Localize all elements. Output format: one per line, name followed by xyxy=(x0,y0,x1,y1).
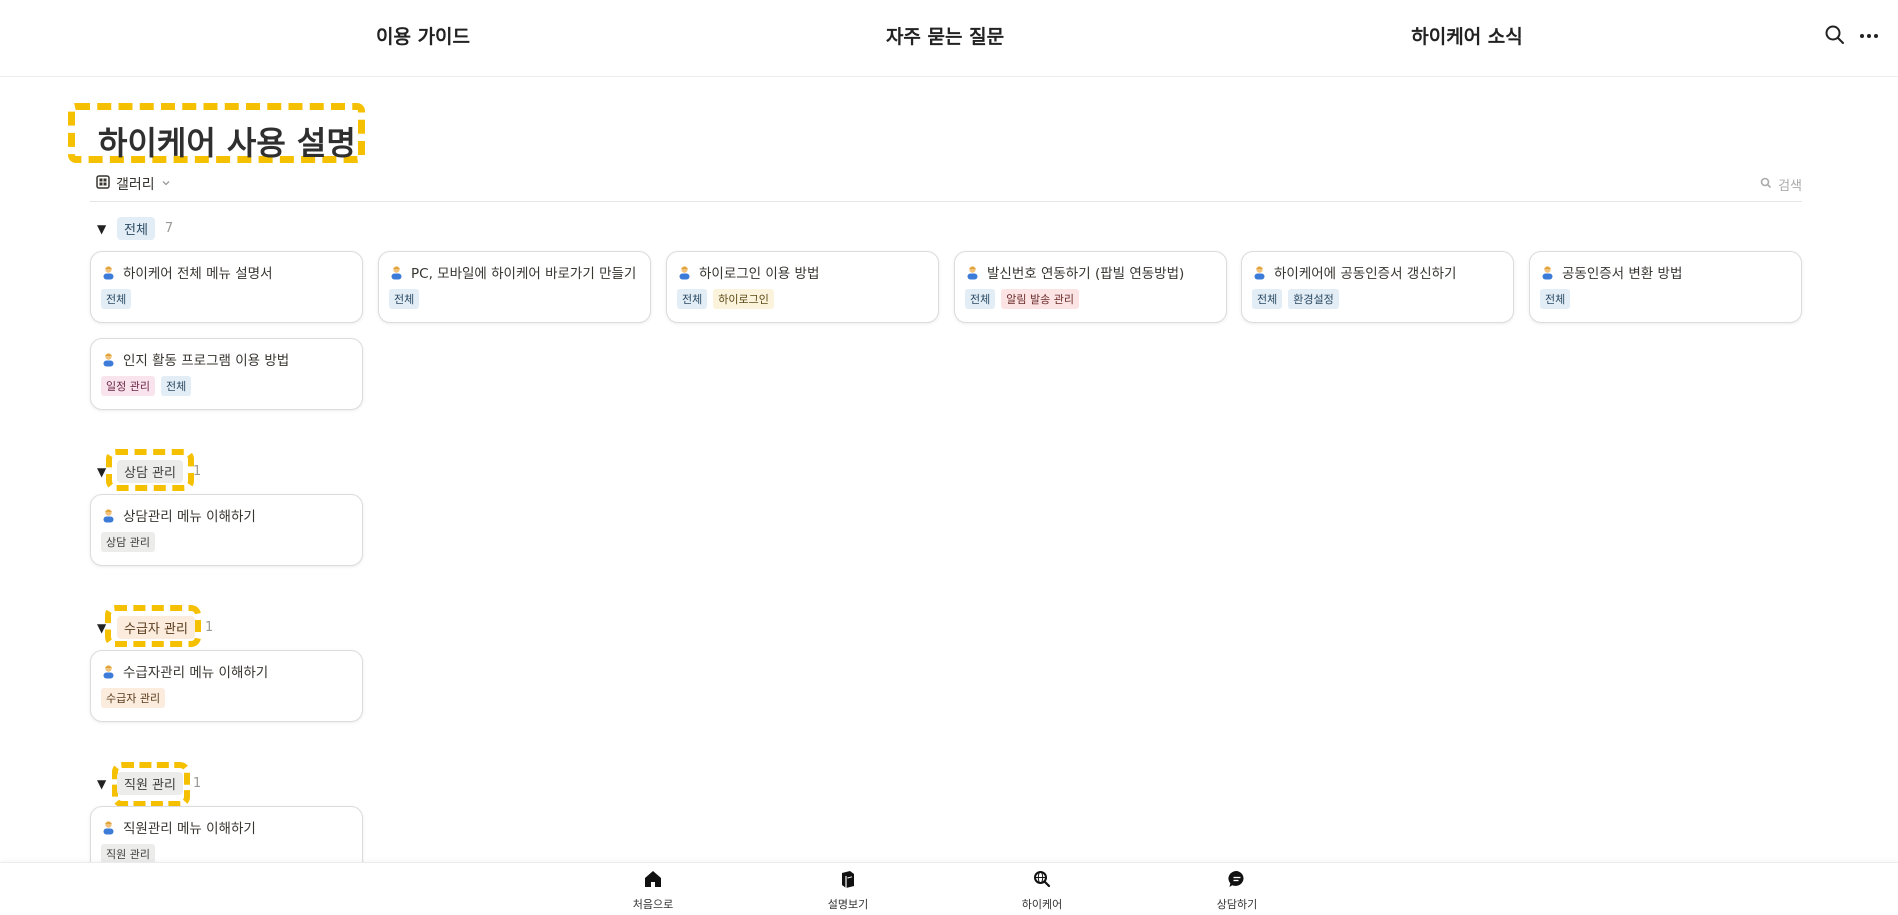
bottom-nav-label: 처음으로 xyxy=(632,898,674,911)
globe-search-icon xyxy=(1032,869,1052,893)
person-icon xyxy=(1252,265,1267,280)
search-small-icon xyxy=(1760,177,1772,193)
bottom-nav-guide[interactable]: 설명보기 xyxy=(808,869,888,912)
card[interactable]: 상담관리 메뉴 이해하기 상담 관리 xyxy=(90,494,363,566)
search-placeholder: 검색 xyxy=(1778,179,1802,194)
nav-link-news[interactable]: 하이케어 소식 xyxy=(1411,22,1523,49)
bottom-nav-label: 설명보기 xyxy=(827,898,869,911)
toggle-triangle-icon[interactable]: ▼ xyxy=(97,465,111,479)
view-search[interactable]: 검색 xyxy=(1760,175,1802,194)
card-title: 수급자관리 메뉴 이해하기 xyxy=(123,665,269,681)
bottom-nav-hicare[interactable]: 하이케어 xyxy=(1002,869,1082,912)
card-title: PC, 모바일에 하이케어 바로가기 만들기 xyxy=(411,266,637,282)
gallery-icon xyxy=(96,175,110,193)
group-header-all: ▼ 전체 7 xyxy=(97,217,173,240)
card[interactable]: 발신번호 연동하기 (팝빌 연동방법) 전체 알림 발송 관리 xyxy=(954,251,1227,323)
group-count: 1 xyxy=(192,776,202,791)
card[interactable]: PC, 모바일에 하이케어 바로가기 만들기 전체 xyxy=(378,251,651,323)
bottom-nav-home[interactable]: 처음으로 xyxy=(613,869,693,912)
person-icon xyxy=(101,664,116,679)
card[interactable]: 하이케어에 공동인증서 갱신하기 전체 환경설정 xyxy=(1241,251,1514,323)
tag: 전체 xyxy=(101,289,132,309)
card-title: 하이케어 전체 메뉴 설명서 xyxy=(123,266,273,282)
card[interactable]: 하이케어 전체 메뉴 설명서 전체 xyxy=(90,251,363,323)
tag: 알림 발송 관리 xyxy=(1001,289,1079,309)
tag: 전체 xyxy=(1540,289,1571,309)
bottom-nav-consult[interactable]: 상담하기 xyxy=(1197,869,1277,912)
person-icon xyxy=(965,265,980,280)
tag: 일정 관리 xyxy=(101,376,155,396)
tag: 전체 xyxy=(677,289,708,309)
card-title: 발신번호 연동하기 (팝빌 연동방법) xyxy=(987,266,1185,282)
person-icon xyxy=(1540,265,1555,280)
tag: 전체 xyxy=(389,289,420,309)
card[interactable]: 수급자관리 메뉴 이해하기 수급자 관리 xyxy=(90,650,363,722)
bottom-nav-label: 상담하기 xyxy=(1216,898,1258,911)
group-header-staff: ▼ 직원 관리 1 xyxy=(97,772,201,795)
group-label: 수급자 관리 xyxy=(117,616,195,639)
tag: 환경설정 xyxy=(1288,289,1339,309)
toggle-triangle-icon[interactable]: ▼ xyxy=(97,621,111,635)
search-icon[interactable] xyxy=(1824,24,1848,48)
view-tab-label: 갤러리 xyxy=(116,177,155,193)
chat-icon xyxy=(1227,869,1247,893)
bottom-nav-label: 하이케어 xyxy=(1021,898,1063,911)
card-title: 직원관리 메뉴 이해하기 xyxy=(123,821,256,837)
page-title: 하이케어 사용 설명 xyxy=(98,124,356,162)
title-highlight: 하이케어 사용 설명 xyxy=(68,103,365,163)
person-icon xyxy=(101,820,116,835)
card[interactable]: 인지 활동 프로그램 이용 방법 일정 관리 전체 xyxy=(90,338,363,410)
group-count: 7 xyxy=(164,221,174,236)
tag: 하이로그인 xyxy=(713,289,774,309)
tag: 전체 xyxy=(1252,289,1283,309)
tag: 직원 관리 xyxy=(101,844,155,864)
person-icon xyxy=(677,265,692,280)
tag: 전체 xyxy=(965,289,996,309)
nav-link-usage-guide[interactable]: 이용 가이드 xyxy=(376,22,470,49)
card[interactable]: 공동인증서 변환 방법 전체 xyxy=(1529,251,1802,323)
tag: 전체 xyxy=(160,376,192,396)
card[interactable]: 하이로그인 이용 방법 전체 하이로그인 xyxy=(666,251,939,323)
view-bar: 갤러리 검색 xyxy=(90,170,1802,202)
chevron-down-icon xyxy=(161,176,171,192)
card-title: 상담관리 메뉴 이해하기 xyxy=(123,509,256,525)
card-title: 하이로그인 이용 방법 xyxy=(699,266,820,282)
group-count: 1 xyxy=(192,464,202,479)
book-icon xyxy=(838,869,858,893)
card-title: 인지 활동 프로그램 이용 방법 xyxy=(123,353,290,369)
person-icon xyxy=(101,265,116,280)
person-icon xyxy=(101,508,116,523)
card-title: 공동인증서 변환 방법 xyxy=(1562,266,1683,282)
toggle-triangle-icon[interactable]: ▼ xyxy=(97,777,111,791)
group-label: 상담 관리 xyxy=(117,460,183,483)
group-header-consult: ▼ 상담 관리 1 xyxy=(97,460,201,483)
group-count: 1 xyxy=(204,620,214,635)
more-horizontal-icon[interactable] xyxy=(1858,24,1882,48)
nav-link-faq[interactable]: 자주 묻는 질문 xyxy=(886,22,1004,49)
tag: 상담 관리 xyxy=(101,532,155,552)
home-icon xyxy=(643,869,663,893)
bottom-navigation: 처음으로 설명보기 하이케어 상담하기 xyxy=(0,862,1898,915)
person-icon xyxy=(389,265,404,280)
tag: 수급자 관리 xyxy=(101,688,166,708)
view-tab-gallery[interactable]: 갤러리 xyxy=(96,174,171,194)
top-navigation: 이용 가이드 자주 묻는 질문 하이케어 소식 xyxy=(0,0,1898,77)
card-title: 하이케어에 공동인증서 갱신하기 xyxy=(1274,266,1457,282)
person-icon xyxy=(101,352,116,367)
group-label: 직원 관리 xyxy=(117,772,183,795)
group-header-recipient: ▼ 수급자 관리 1 xyxy=(97,616,213,639)
group-label: 전체 xyxy=(117,217,155,240)
toggle-triangle-icon[interactable]: ▼ xyxy=(97,222,111,236)
